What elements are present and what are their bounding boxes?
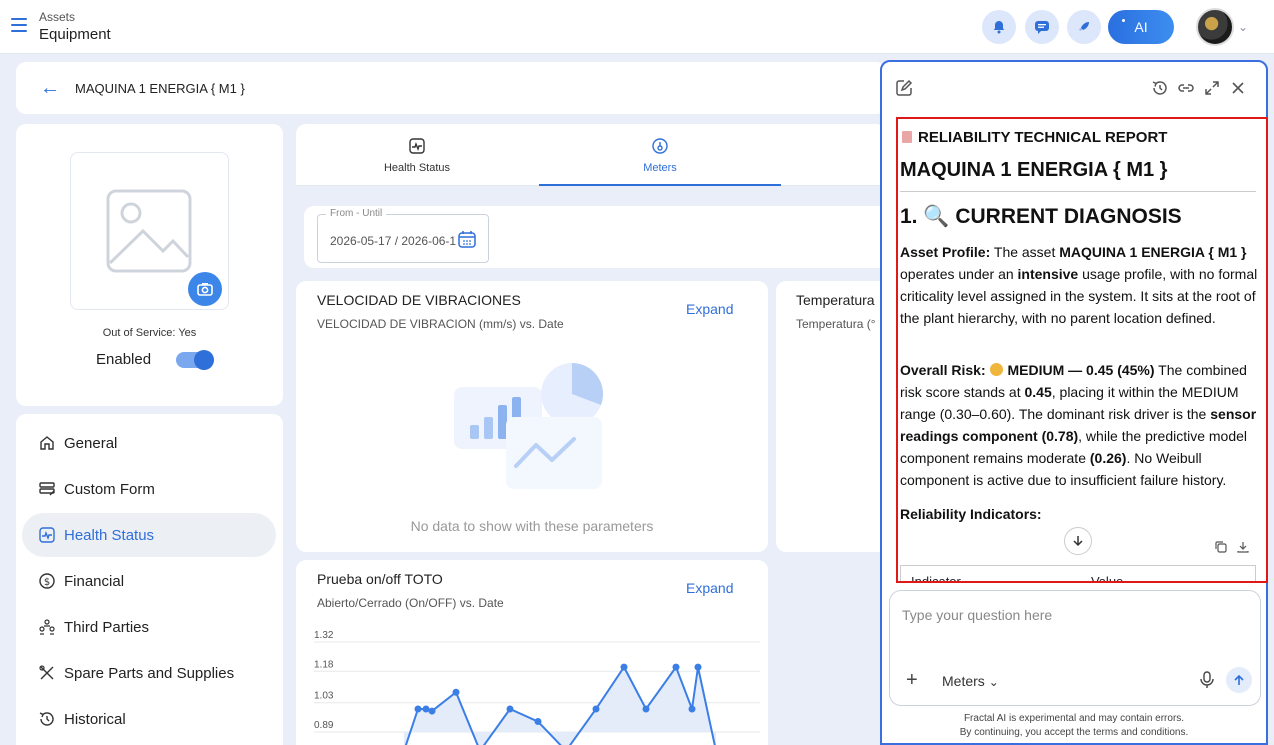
tab-meters[interactable]: Meters <box>539 124 781 186</box>
data-point[interactable] <box>428 707 436 715</box>
notifications-bell-icon[interactable] <box>982 10 1016 44</box>
enabled-toggle[interactable] <box>176 350 214 370</box>
microphone-icon[interactable] <box>1200 671 1214 689</box>
health-icon <box>39 527 55 543</box>
back-arrow-icon[interactable]: ← <box>40 77 60 100</box>
data-point[interactable] <box>506 705 514 713</box>
chart-card-onoff: Prueba on/off TOTO Abierto/Cerrado (On/O… <box>296 560 768 745</box>
people-icon <box>39 619 55 635</box>
nav-item-custom-form[interactable]: Custom Form <box>22 467 276 511</box>
onoff-line-chart: 1.32 1.18 1.03 0.89 <box>314 630 760 745</box>
link-icon[interactable] <box>1176 78 1196 98</box>
copy-icon[interactable] <box>1214 540 1228 554</box>
overall-risk-paragraph: Overall Risk: MEDIUM — 0.45 (45%) The co… <box>900 362 1257 488</box>
report-icon <box>902 131 912 143</box>
rocket-icon[interactable] <box>1067 10 1101 44</box>
asset-profile-paragraph: Asset Profile: The asset MAQUINA 1 ENERG… <box>900 244 1258 326</box>
enabled-label: Enabled <box>96 351 152 368</box>
form-icon <box>39 482 55 496</box>
section-heading: 1. 🔍 CURRENT DIAGNOSIS <box>900 205 1182 228</box>
nav-item-financial[interactable]: $ Financial <box>22 559 276 603</box>
breadcrumb-parent[interactable]: Assets <box>39 10 75 24</box>
data-point[interactable] <box>422 705 430 713</box>
asset-title: MAQUINA 1 ENERGIA { M1 } <box>75 81 245 96</box>
indicators-table-header: Indicator Value <box>900 565 1256 581</box>
arrow-up-icon <box>1234 674 1244 685</box>
data-point[interactable] <box>534 718 542 726</box>
expand-button[interactable]: Expand <box>686 301 733 317</box>
question-input[interactable]: Type your question here <box>902 607 1052 623</box>
y-tick-label: 1.18 <box>314 659 334 670</box>
y-tick-label: 1.03 <box>314 691 334 702</box>
home-icon <box>40 436 54 450</box>
data-point[interactable] <box>672 663 680 671</box>
date-range-value: 2026-05-17 / 2026-06-1 <box>330 234 457 248</box>
series-area <box>404 667 716 745</box>
date-filter-card: From - Until 2026-05-17 / 2026-06-1 <box>304 206 886 268</box>
scroll-down-button[interactable] <box>1064 527 1092 555</box>
data-point[interactable] <box>620 663 628 671</box>
data-point[interactable] <box>592 705 600 713</box>
send-button[interactable] <box>1226 667 1252 693</box>
tools-icon <box>39 665 54 680</box>
context-select[interactable]: Meters ⌄ <box>942 673 999 689</box>
reliability-indicators-heading: Reliability Indicators: <box>900 506 1042 522</box>
disclaimer-line-1: Fractal AI is experimental and may conta… <box>963 713 1185 724</box>
nav-item-third-parties[interactable]: Third Parties <box>22 605 276 649</box>
expand-icon[interactable] <box>1202 78 1222 98</box>
breadcrumb-current: Equipment <box>39 26 111 43</box>
detail-tabs: Health Status Meters <box>296 124 886 186</box>
download-icon[interactable] <box>1236 540 1250 554</box>
data-point[interactable] <box>688 705 696 713</box>
calendar-icon[interactable] <box>457 229 477 249</box>
edit-icon[interactable] <box>894 78 914 98</box>
chevron-down-icon: ⌄ <box>988 675 999 689</box>
arrow-down-icon <box>1073 536 1083 547</box>
history-icon[interactable] <box>1150 78 1170 98</box>
asset-profile-card: Out of Service: Yes Enabled <box>16 124 283 406</box>
close-icon[interactable] <box>1228 78 1248 98</box>
report-title: MAQUINA 1 ENERGIA { M1 } <box>900 159 1168 181</box>
chat-icon[interactable] <box>1025 10 1059 44</box>
chart-card-vibration: VELOCIDAD DE VIBRACIONES VELOCIDAD DE VI… <box>296 281 768 552</box>
ai-assistant-panel: RELIABILITY TECHNICAL REPORT MAQUINA 1 E… <box>880 60 1268 745</box>
nav-item-spare-parts[interactable]: Spare Parts and Supplies <box>22 651 276 695</box>
y-tick-label: 1.32 <box>314 630 334 641</box>
medium-risk-dot-icon <box>989 363 1003 376</box>
dollar-icon: $ <box>39 573 55 589</box>
data-point[interactable] <box>642 705 650 713</box>
asset-header: ← MAQUINA 1 ENERGIA { M1 } <box>16 62 886 114</box>
empty-chart-illustration-icon <box>454 363 604 489</box>
gauge-icon <box>652 138 668 154</box>
disclaimer-line-2: By continuing, you accept the terms and … <box>959 727 1189 738</box>
tab-health-status[interactable]: Health Status <box>296 124 538 186</box>
ai-button[interactable]: AI <box>1108 10 1174 44</box>
top-bar: Assets Equipment AI ⌄ <box>0 0 1274 54</box>
chevron-down-icon[interactable]: ⌄ <box>1238 20 1248 34</box>
nav-item-health-status[interactable]: Health Status <box>22 513 276 557</box>
chat-composer: Type your question here + Meters ⌄ <box>889 590 1261 706</box>
menu-icon[interactable] <box>11 18 27 32</box>
out-of-service-status: Out of Service: Yes <box>102 327 197 339</box>
nav-item-historical[interactable]: Historical <box>22 697 276 741</box>
plus-icon[interactable]: + <box>906 669 918 692</box>
report-kicker: RELIABILITY TECHNICAL REPORT <box>902 129 1167 146</box>
svg-text:$: $ <box>44 577 50 588</box>
chart-card-temperature: Temperatura Temperatura (° <box>776 281 886 552</box>
data-point[interactable] <box>694 663 702 671</box>
history-icon <box>39 712 54 726</box>
health-icon <box>409 138 425 154</box>
user-avatar[interactable] <box>1196 8 1234 46</box>
camera-icon[interactable] <box>188 272 222 306</box>
data-point[interactable] <box>414 705 422 713</box>
data-point[interactable] <box>452 688 460 696</box>
report-content: RELIABILITY TECHNICAL REPORT MAQUINA 1 E… <box>896 117 1268 583</box>
nav-item-general[interactable]: General <box>22 421 276 465</box>
y-tick-label: 0.89 <box>314 720 334 731</box>
asset-nav: General Custom Form Health Status $ Fina… <box>16 414 283 745</box>
empty-state-text: No data to show with these parameters <box>410 518 654 534</box>
date-range-field[interactable]: From - Until 2026-05-17 / 2026-06-1 <box>317 208 489 263</box>
